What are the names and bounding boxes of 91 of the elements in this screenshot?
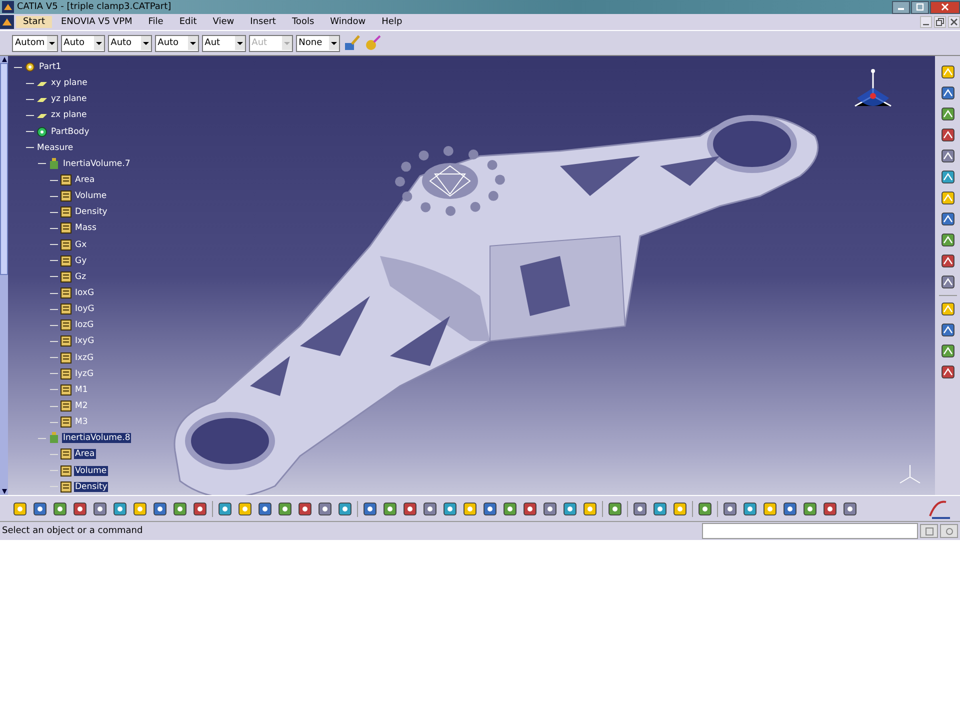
restore-icon <box>936 18 944 26</box>
tree-item[interactable]: IozG <box>74 320 95 330</box>
tree-item[interactable]: Volume <box>74 466 108 476</box>
menu-item[interactable]: View <box>206 16 242 28</box>
minimize-button[interactable] <box>892 0 910 14</box>
caret-icon <box>328 36 339 50</box>
window-title: CATIA V5 - [triple clamp3.CATPart] <box>17 2 172 12</box>
menu-item[interactable]: Tools <box>284 16 322 28</box>
tree-item[interactable]: Area <box>74 175 96 186</box>
3d-viewport[interactable]: Part1 xy plane yz plane zx plane PartBody Measure InertiaVolume.7 Area Volume Density Mass Gx Gy Gz IoxG IoyG IozG IxyG IxzG IyzG M1 M2 M3 InertiaVolume.8 Area Volume Density <box>0 56 935 495</box>
parameter-icon <box>60 206 72 218</box>
tree-item[interactable]: xy plane <box>50 78 88 88</box>
ball-icon[interactable] <box>364 34 382 52</box>
parameter-icon <box>60 352 72 364</box>
tree-item[interactable]: zx plane <box>50 110 88 120</box>
parameter-icon <box>60 400 72 412</box>
painter-icon[interactable] <box>342 34 361 52</box>
menu-item[interactable]: Start <box>16 16 52 28</box>
status-message: Select an object or a command <box>2 526 143 536</box>
tree-item[interactable]: Mass <box>74 223 98 234</box>
parameter-icon <box>60 384 72 396</box>
restore-button[interactable] <box>934 16 946 28</box>
caret-icon <box>234 36 245 50</box>
tree-item[interactable]: IoxG <box>74 288 96 298</box>
search-button[interactable] <box>940 524 958 538</box>
caret-icon <box>282 36 292 50</box>
tree-item[interactable]: IyzG <box>74 368 95 379</box>
gear-icon <box>36 126 48 138</box>
menu-item[interactable]: Help <box>374 16 410 28</box>
close-button[interactable] <box>930 0 960 14</box>
minimize-button[interactable] <box>920 16 932 28</box>
parameter-icon <box>60 222 72 234</box>
command-input[interactable] <box>702 523 918 539</box>
close-icon <box>941 3 949 11</box>
style-dropdown[interactable]: Autom <box>12 34 58 52</box>
style-dropdown[interactable]: Aut <box>202 34 246 52</box>
tree-item[interactable]: Gx <box>74 240 88 250</box>
tree-item[interactable]: Gy <box>74 256 88 266</box>
app-logo-icon <box>0 15 14 29</box>
parameter-icon <box>60 174 72 186</box>
menu-item[interactable]: Window <box>323 16 373 28</box>
tree-item[interactable]: Volume <box>74 191 108 202</box>
caret-icon <box>46 36 57 50</box>
circle-icon <box>944 526 954 536</box>
style-dropdown[interactable]: Auto <box>60 34 105 52</box>
menu-item[interactable]: Edit <box>172 16 204 28</box>
tree-item[interactable]: Area <box>74 449 96 460</box>
parameter-icon <box>60 238 72 251</box>
parameter-icon <box>60 464 72 477</box>
tree-item[interactable]: Gz <box>74 272 88 282</box>
close-icon <box>950 18 958 26</box>
parameter-icon <box>60 254 72 267</box>
maximize-button[interactable] <box>911 0 929 14</box>
tree-item[interactable]: IoyG <box>74 304 96 314</box>
caret-icon <box>94 36 104 50</box>
parameter-icon <box>60 319 72 332</box>
parameter-icon <box>60 190 72 202</box>
parameter-icon <box>60 480 72 493</box>
tree-item[interactable]: PartBody <box>50 126 90 137</box>
app-logo-icon <box>2 1 14 13</box>
menu-item[interactable]: ENOVIA V5 VPM <box>54 16 140 28</box>
tree-item[interactable]: InertiaVolume.7 <box>62 158 132 169</box>
tree-item[interactable]: Measure <box>36 142 74 153</box>
tree-item[interactable]: IxzG <box>74 352 95 363</box>
tree-item[interactable]: Density <box>74 482 108 492</box>
caret-icon <box>188 36 198 50</box>
parameter-icon <box>60 303 72 316</box>
parameter-icon <box>60 448 72 460</box>
history-button[interactable] <box>920 524 938 538</box>
style-dropdown[interactable]: None <box>296 34 340 52</box>
gear-icon <box>24 61 36 74</box>
style-dropdown[interactable]: Auto <box>154 34 199 52</box>
parameter-icon <box>60 368 72 380</box>
menu-item[interactable]: File <box>141 16 170 28</box>
menu-item[interactable]: Insert <box>243 16 283 28</box>
tree-item[interactable]: Part1 <box>38 62 62 72</box>
triple-clamp-drawing[interactable] <box>174 115 819 495</box>
caret-icon <box>140 36 151 50</box>
tree-item[interactable]: Density <box>74 207 108 218</box>
parameter-icon <box>60 287 72 300</box>
tree-item[interactable]: IxyG <box>74 336 96 346</box>
parameter-icon <box>60 270 72 283</box>
close-button[interactable] <box>948 16 960 28</box>
tree-item[interactable]: InertiaVolume.8 <box>62 433 132 444</box>
tree-scrollbar[interactable] <box>0 56 8 495</box>
parameter-icon <box>60 335 72 348</box>
style-dropdown[interactable]: Auto <box>108 34 152 52</box>
parameter-icon <box>60 416 72 428</box>
square-icon <box>924 526 934 536</box>
maximize-icon <box>916 3 924 11</box>
tree-item[interactable]: yz plane <box>50 94 88 104</box>
